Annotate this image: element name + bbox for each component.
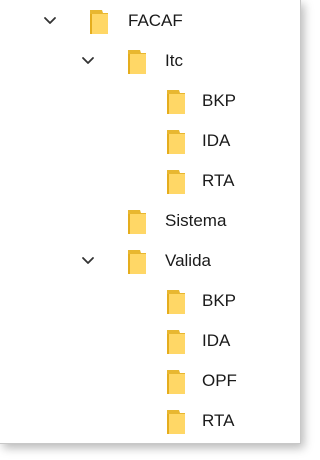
tree-item-label: RTA xyxy=(202,171,235,190)
tree-item-label: FACAF xyxy=(128,11,183,30)
tree-item-itc-rta[interactable]: RTA xyxy=(0,167,300,197)
tree-item-label: BKP xyxy=(202,291,237,310)
folder-icon xyxy=(165,409,187,435)
tree-item-val-bkp[interactable]: BKP xyxy=(0,287,300,317)
tree-item-itc-ida[interactable]: IDA xyxy=(0,127,300,157)
tree-item-label: IDA xyxy=(202,131,231,150)
folder-icon xyxy=(165,289,187,315)
tree-item-facaf[interactable]: FACAF xyxy=(0,7,300,37)
folder-icon xyxy=(165,89,187,115)
chevron-down-icon[interactable] xyxy=(41,12,59,30)
folder-icon xyxy=(126,49,148,75)
tree-item-itc[interactable]: Itc xyxy=(0,47,300,77)
tree-item-label: RTA xyxy=(202,411,235,430)
folder-icon xyxy=(165,169,187,195)
folder-tree-panel: FACAF Itc BKP IDA RTA Sistema Valida BKP… xyxy=(0,0,301,444)
folder-icon xyxy=(165,129,187,155)
folder-icon xyxy=(165,369,187,395)
chevron-down-icon[interactable] xyxy=(79,252,97,270)
folder-icon xyxy=(126,209,148,235)
tree-item-label: BKP xyxy=(202,91,237,110)
folder-icon xyxy=(88,9,110,35)
tree-item-label: OPF xyxy=(202,371,237,390)
tree-item-label: IDA xyxy=(202,331,231,350)
chevron-down-icon[interactable] xyxy=(79,52,97,70)
tree-item-label: Valida xyxy=(165,251,211,270)
tree-item-valida[interactable]: Valida xyxy=(0,247,300,277)
tree-item-label: Sistema xyxy=(165,211,227,230)
tree-item-val-ida[interactable]: IDA xyxy=(0,327,300,357)
folder-icon xyxy=(165,329,187,355)
tree-item-itc-bkp[interactable]: BKP xyxy=(0,87,300,117)
tree-item-val-rta[interactable]: RTA xyxy=(0,407,300,437)
tree-item-label: Itc xyxy=(165,51,183,70)
tree-item-sistema[interactable]: Sistema xyxy=(0,207,300,237)
folder-icon xyxy=(126,249,148,275)
tree-item-val-opf[interactable]: OPF xyxy=(0,367,300,397)
